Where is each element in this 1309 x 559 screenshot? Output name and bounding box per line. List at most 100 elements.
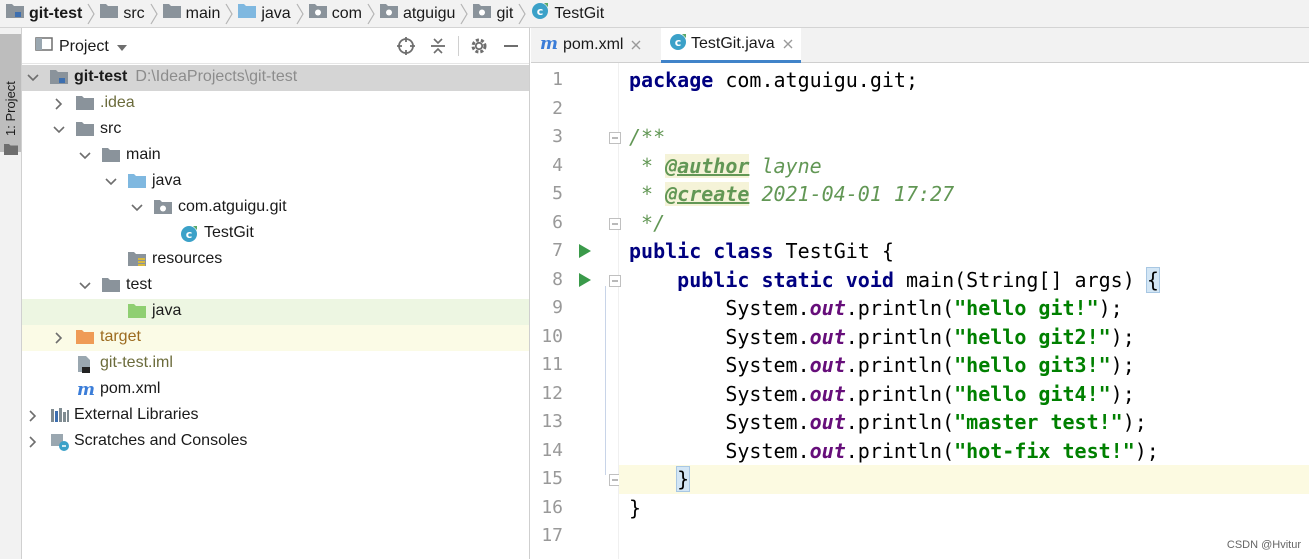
line-number: 13 <box>541 411 563 432</box>
svg-text:m: m <box>540 35 558 51</box>
tree-item-pom-xml[interactable]: m pom.xml <box>22 377 529 403</box>
code-line[interactable]: System.out.println("hello git3!"); <box>619 351 1309 380</box>
chevron-right-icon[interactable] <box>52 97 66 111</box>
editor: m pom.xml c TestGit.java 1 2 3 4 5 6 7 8 9 10 11 12 13 1… <box>531 28 1309 559</box>
chevron-down-icon[interactable] <box>78 149 92 163</box>
project-view-selector[interactable]: Project <box>35 36 127 57</box>
tree-item-target[interactable]: target <box>22 325 529 351</box>
code-line[interactable]: System.out.println("hello git!"); <box>619 294 1309 323</box>
code-line[interactable]: * @author layne <box>619 152 1309 181</box>
code-text: } <box>676 466 691 492</box>
tree-item-external-libraries[interactable]: External Libraries <box>22 403 529 429</box>
code-line[interactable]: */ <box>619 209 1309 238</box>
tree-item-idea[interactable]: .idea <box>22 91 529 117</box>
code-line[interactable]: package com.atguigu.git; <box>619 66 1309 95</box>
chevron-down-icon[interactable] <box>130 201 144 215</box>
tree-item-name: Scratches and Consoles <box>74 432 248 449</box>
breadcrumb-item[interactable]: c TestGit <box>531 0 604 28</box>
code-line[interactable]: public static void main(String[] args) { <box>619 266 1309 295</box>
code-area[interactable]: package com.atguigu.git; /** * @author la… <box>619 63 1309 559</box>
folder-icon <box>162 3 181 24</box>
navigation-bar: git-test src main java com atguigu git c TestGit <box>0 0 1309 28</box>
tree-item-main[interactable]: main <box>22 143 529 169</box>
project-tool-window-tab[interactable]: 1: Project <box>0 34 21 155</box>
chevron-down-icon[interactable] <box>26 71 40 85</box>
chevron-right-icon[interactable] <box>52 331 66 345</box>
breadcrumb-separator-icon <box>224 0 234 28</box>
tree-item-label: git-test D:\IdeaProjects\git-test <box>74 68 297 86</box>
breadcrumb-item[interactable]: src <box>100 0 145 28</box>
code-line[interactable]: System.out.println("hello git4!"); <box>619 380 1309 409</box>
tree-item-java[interactable]: java <box>22 169 529 195</box>
code-text: System.out.println("hello git2!"); <box>629 324 1135 349</box>
chevron-right-icon[interactable] <box>26 435 40 449</box>
code-line[interactable]: System.out.println("hello git2!"); <box>619 323 1309 352</box>
code-line[interactable]: } <box>619 494 1309 523</box>
folder-icon <box>102 147 120 163</box>
svg-text:c: c <box>537 5 544 18</box>
tree-item-resources[interactable]: resources <box>22 247 529 273</box>
run-icon[interactable] <box>579 244 591 263</box>
tree-item-testgit[interactable]: c TestGit <box>22 221 529 247</box>
code-line[interactable] <box>619 522 1309 551</box>
tree-item-com-atguigu-git[interactable]: com.atguigu.git <box>22 195 529 221</box>
project-panel-tools <box>386 34 523 58</box>
code-line[interactable]: * @create 2021-04-01 17:27 <box>619 180 1309 209</box>
close-icon[interactable] <box>783 36 793 52</box>
locate-icon[interactable] <box>394 34 418 58</box>
breadcrumb-item[interactable]: main <box>162 0 220 28</box>
toolbar-divider <box>458 36 459 56</box>
code-text: /** <box>629 125 666 149</box>
code-line[interactable]: public class TestGit { <box>619 237 1309 266</box>
tab-label: pom.xml <box>563 36 624 53</box>
code-text: System.out.println("hot-fix test!"); <box>629 438 1159 463</box>
breadcrumb-item[interactable]: git-test <box>6 0 82 28</box>
chevron-down-icon[interactable] <box>104 175 118 189</box>
chevron-down-icon[interactable] <box>78 279 92 293</box>
minimize-icon[interactable] <box>499 34 523 58</box>
tab-label: TestGit.java <box>691 35 775 52</box>
line-number: 15 <box>541 468 563 489</box>
package-icon <box>379 3 398 24</box>
gear-icon[interactable] <box>467 34 491 58</box>
tree-item-git-test[interactable]: git-test D:\IdeaProjects\git-test <box>22 65 529 91</box>
breadcrumb-item[interactable]: git <box>473 0 513 28</box>
code-text: */ <box>629 210 666 235</box>
tree-item-label: src <box>100 120 121 138</box>
code-line[interactable]: } <box>619 465 1309 494</box>
tree-item-src[interactable]: src <box>22 117 529 143</box>
collapse-all-icon[interactable] <box>426 34 450 58</box>
folder-icon <box>102 277 120 293</box>
tree-item-name: java <box>152 302 182 319</box>
tree-item-git-test-iml[interactable]: git-test.iml <box>22 351 529 377</box>
breadcrumb-item[interactable]: java <box>238 0 291 28</box>
chevron-down-icon <box>116 38 127 56</box>
tree-item-label: TestGit <box>204 224 254 242</box>
line-number: 7 <box>552 240 563 261</box>
breadcrumb-separator-icon <box>517 0 527 28</box>
maven-icon: m <box>539 34 559 56</box>
code-line[interactable]: /** <box>619 123 1309 152</box>
tree-item-scratches-and-consoles[interactable]: Scratches and Consoles <box>22 429 529 455</box>
code-line[interactable]: System.out.println("hot-fix test!"); <box>619 437 1309 466</box>
tree-item-java[interactable]: java <box>22 299 529 325</box>
folder-icon <box>4 142 18 160</box>
close-icon[interactable] <box>631 37 641 53</box>
code-text: public static void main(String[] args) { <box>677 266 1160 293</box>
project-panel-title: Project <box>59 37 109 55</box>
tree-item-test[interactable]: test <box>22 273 529 299</box>
code-line[interactable] <box>619 95 1309 124</box>
chevron-right-icon[interactable] <box>26 409 40 423</box>
breadcrumb-item[interactable]: com <box>308 0 362 28</box>
chevron-down-icon[interactable] <box>52 123 66 137</box>
iml-file-icon <box>76 355 92 373</box>
tree-item-name: TestGit <box>204 224 254 241</box>
tab-testgit-java[interactable]: c TestGit.java <box>661 28 801 63</box>
tab-pom-xml[interactable]: m pom.xml <box>531 28 649 62</box>
project-tab-label: 1: Project <box>3 81 18 136</box>
code-line[interactable]: System.out.println("master test!"); <box>619 408 1309 437</box>
breadcrumb-item[interactable]: atguigu <box>379 0 455 28</box>
run-icon[interactable] <box>579 272 591 292</box>
excluded-folder-icon <box>76 329 94 345</box>
code-text: public class TestGit { <box>629 239 894 263</box>
